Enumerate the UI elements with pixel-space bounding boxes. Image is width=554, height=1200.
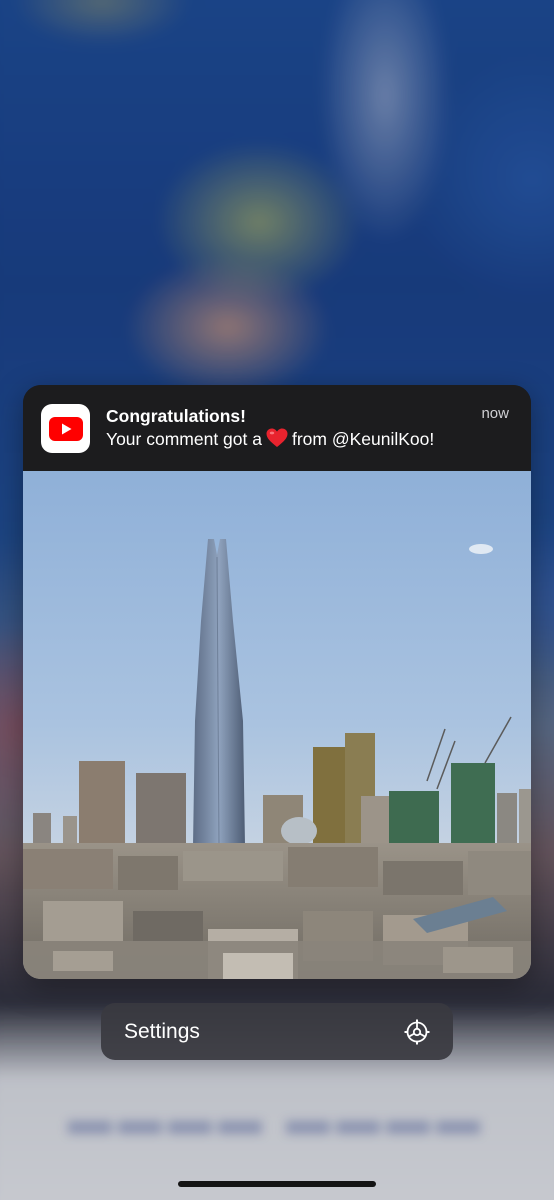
- notification-header[interactable]: Congratulations! Your comment got a from …: [23, 385, 531, 471]
- notification-title: Congratulations!: [106, 406, 246, 426]
- settings-label: Settings: [124, 1019, 200, 1043]
- notification-card[interactable]: Congratulations! Your comment got a from …: [23, 385, 531, 979]
- notification-message: Your comment got a from @KeunilKoo!: [106, 428, 434, 453]
- notification-timestamp: now: [481, 405, 509, 422]
- youtube-icon: [41, 404, 90, 453]
- heart-emoji-icon: [266, 428, 288, 453]
- gear-icon: [404, 1019, 430, 1045]
- city-skyline-photo: [23, 471, 531, 979]
- home-indicator[interactable]: [178, 1181, 376, 1187]
- settings-menu-button[interactable]: Settings: [101, 1003, 453, 1060]
- notification-message-suffix: from @KeunilKoo!: [291, 429, 435, 449]
- lock-screen: ▬▬▬▬ ▬▬▬▬ Congratulations! Your comment …: [0, 0, 554, 1200]
- youtube-logo-shape: [48, 416, 83, 441]
- notification-message-prefix: Your comment got a: [106, 429, 262, 449]
